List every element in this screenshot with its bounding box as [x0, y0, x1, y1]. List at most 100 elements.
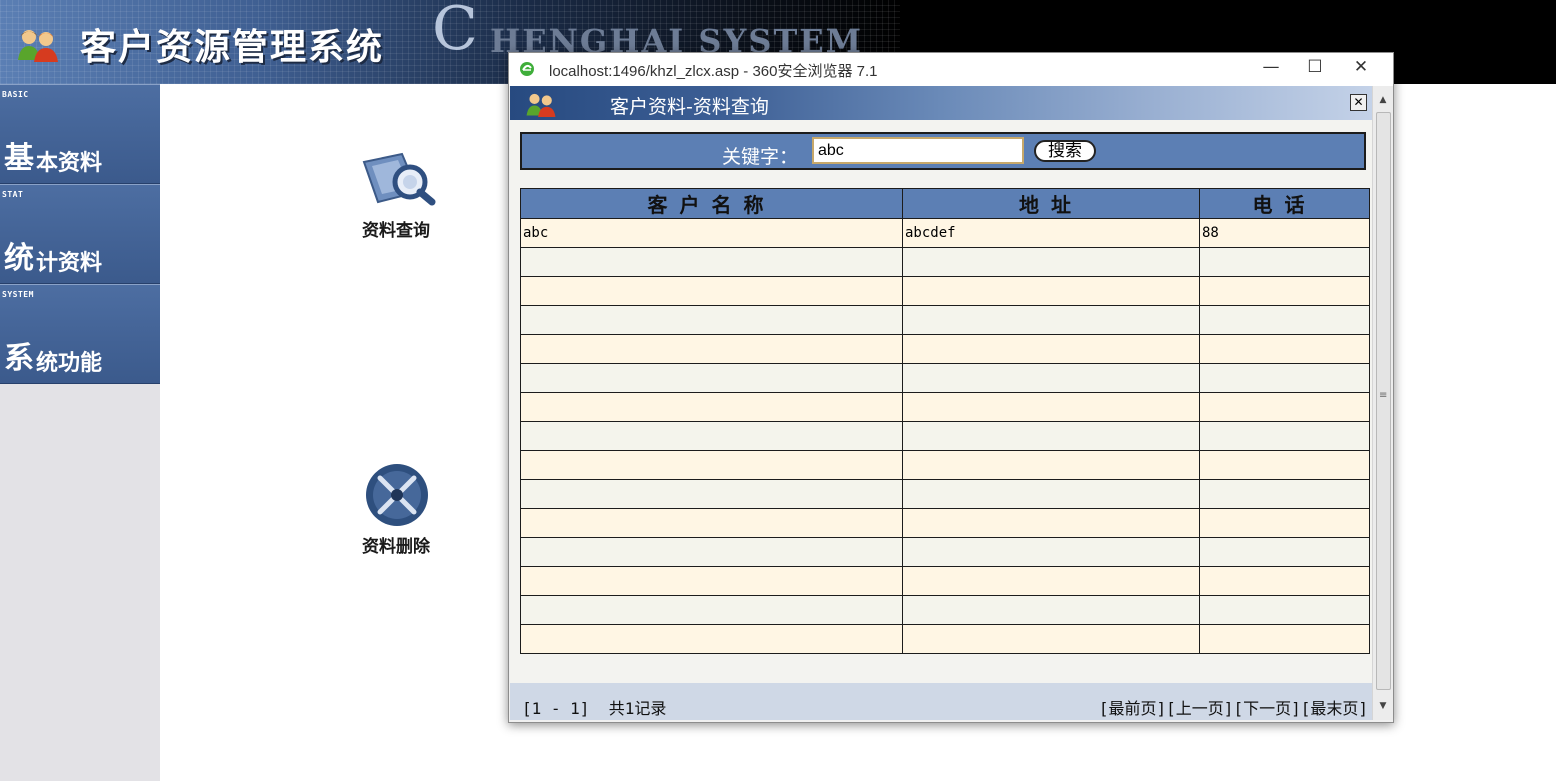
- cell-name: [520, 624, 903, 654]
- scrollbar-thumb[interactable]: [1376, 112, 1391, 690]
- cell-name: [520, 566, 903, 596]
- cell-name: [520, 276, 903, 306]
- cell-name: [520, 334, 903, 364]
- query-shortcut[interactable]: 资料查询: [350, 152, 442, 242]
- search-document-icon: [362, 152, 436, 206]
- table-row[interactable]: [520, 508, 1370, 538]
- browser-popup-window: localhost:1496/khzl_zlcx.asp - 360安全浏览器 …: [508, 52, 1394, 723]
- cell-name: [520, 508, 903, 538]
- close-window-button[interactable]: ✕: [1345, 53, 1377, 81]
- cell-name: [520, 363, 903, 393]
- table-row[interactable]: [520, 247, 1370, 277]
- sidebar-item-basic-info[interactable]: BASIC 基 本资料: [0, 84, 160, 184]
- cell-address: abcdef: [902, 218, 1200, 248]
- cell-address: [902, 334, 1200, 364]
- table-row[interactable]: [520, 363, 1370, 393]
- sidebar-item-en-label: STAT: [2, 190, 24, 199]
- table-header-row: 客户名称 地址 电话: [520, 188, 1370, 219]
- table-row[interactable]: [520, 595, 1370, 625]
- column-header-name[interactable]: 客户名称: [520, 188, 903, 219]
- scroll-up-arrow-icon[interactable]: ▲: [1373, 90, 1393, 110]
- cell-name: [520, 479, 903, 509]
- delete-shortcut[interactable]: 资料删除: [350, 462, 442, 557]
- cell-address: [902, 595, 1200, 625]
- sidebar-item-en-label: BASIC: [2, 90, 29, 99]
- pager-range: [1 - 1]: [522, 699, 590, 718]
- sidebar-item-big-char: 统: [4, 241, 34, 276]
- panel-title: 客户资料-资料查询: [610, 96, 769, 118]
- cell-address: [902, 479, 1200, 509]
- search-label: 关键字：: [722, 146, 799, 168]
- cell-name: [520, 421, 903, 451]
- sidebar-item-big-char: 系: [4, 341, 34, 376]
- cell-address: [902, 392, 1200, 422]
- column-header-phone[interactable]: 电话: [1199, 188, 1370, 219]
- cell-address: [902, 305, 1200, 335]
- disc-delete-icon: [366, 464, 428, 526]
- first-page-link[interactable]: [最前页]: [1099, 699, 1166, 718]
- delete-shortcut-label: 资料删除: [362, 537, 430, 557]
- cell-phone: [1199, 450, 1370, 480]
- cell-name: [520, 247, 903, 277]
- sidebar-item-system[interactable]: SYSTEM 系 统功能: [0, 284, 160, 384]
- sidebar: BASIC 基 本资料 STAT 统 计资料 SYSTEM 系 统功能: [0, 84, 160, 781]
- scroll-grip-icon: ≡: [1379, 390, 1388, 401]
- cell-phone: [1199, 537, 1370, 567]
- table-row[interactable]: [520, 624, 1370, 654]
- pager-count: 共1记录: [608, 699, 667, 718]
- cell-address: [902, 624, 1200, 654]
- table-row[interactable]: [520, 392, 1370, 422]
- cell-address: [902, 247, 1200, 277]
- column-header-address[interactable]: 地址: [902, 188, 1200, 219]
- last-page-link[interactable]: [最末页]: [1301, 699, 1368, 718]
- cell-phone: [1199, 334, 1370, 364]
- cell-phone: [1199, 508, 1370, 538]
- cell-address: [902, 450, 1200, 480]
- table-row[interactable]: [520, 305, 1370, 335]
- cell-address: [902, 363, 1200, 393]
- users-icon: [18, 30, 58, 62]
- cell-phone: [1199, 392, 1370, 422]
- cell-phone: [1199, 305, 1370, 335]
- table-row[interactable]: abc abcdef 88: [520, 218, 1370, 248]
- window-titlebar[interactable]: localhost:1496/khzl_zlcx.asp - 360安全浏览器 …: [509, 53, 1393, 86]
- pager: [1 - 1] 共1记录 [最前页][上一页][下一页][最末页]: [510, 699, 1372, 720]
- cell-phone: [1199, 421, 1370, 451]
- query-shortcut-label: 资料查询: [362, 221, 430, 241]
- sidebar-item-big-char: 基: [4, 141, 34, 176]
- cell-phone: [1199, 595, 1370, 625]
- minimize-button[interactable]: —: [1255, 53, 1287, 81]
- sidebar-item-en-label: SYSTEM: [2, 290, 34, 299]
- cell-phone: 88: [1199, 218, 1370, 248]
- cell-phone: [1199, 479, 1370, 509]
- prev-page-link[interactable]: [上一页]: [1166, 699, 1233, 718]
- table-row[interactable]: [520, 276, 1370, 306]
- window-title: localhost:1496/khzl_zlcx.asp - 360安全浏览器 …: [549, 63, 878, 80]
- table-row[interactable]: [520, 334, 1370, 364]
- sidebar-item-statistics[interactable]: STAT 统 计资料: [0, 184, 160, 284]
- search-input[interactable]: [812, 137, 1024, 164]
- brand-c-mark: C: [432, 0, 478, 64]
- panel-header: 客户资料-资料查询 ✕: [510, 86, 1372, 120]
- next-page-link[interactable]: [下一页]: [1233, 699, 1300, 718]
- vertical-scrollbar[interactable]: ▲ ≡ ▼: [1372, 86, 1393, 720]
- cell-phone: [1199, 276, 1370, 306]
- results-table: 客户名称 地址 电话 abc abcdef 88: [520, 188, 1370, 654]
- table-row[interactable]: [520, 566, 1370, 596]
- users-icon: [526, 93, 556, 117]
- cell-phone: [1199, 363, 1370, 393]
- pager-links: [最前页][上一页][下一页][最末页]: [1099, 695, 1368, 719]
- scroll-down-arrow-icon[interactable]: ▼: [1373, 696, 1393, 716]
- cell-address: [902, 537, 1200, 567]
- search-bar: 关键字： 搜索: [520, 132, 1366, 170]
- table-row[interactable]: [520, 450, 1370, 480]
- table-row[interactable]: [520, 537, 1370, 567]
- cell-name: abc: [520, 218, 903, 248]
- maximize-button[interactable]: ☐: [1299, 53, 1331, 81]
- table-row[interactable]: [520, 479, 1370, 509]
- search-button[interactable]: 搜索: [1034, 140, 1096, 162]
- close-icon[interactable]: ✕: [1350, 94, 1367, 111]
- cell-address: [902, 566, 1200, 596]
- table-row[interactable]: [520, 421, 1370, 451]
- pager-info: [1 - 1] 共1记录: [522, 695, 666, 719]
